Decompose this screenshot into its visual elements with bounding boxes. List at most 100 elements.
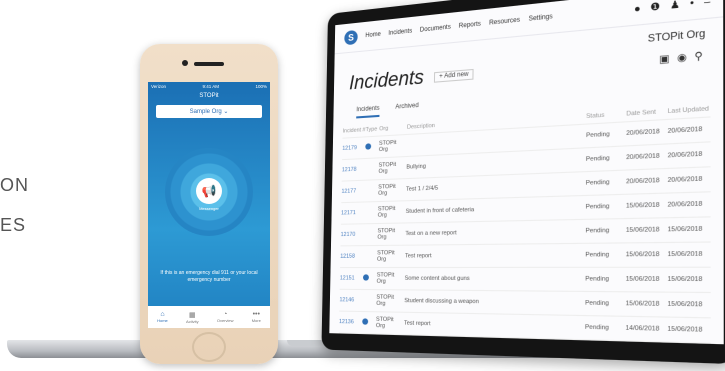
last-updated-cell: 15/06/2018 [667, 251, 703, 259]
nav-home[interactable]: Home [365, 32, 381, 40]
type-cell [361, 340, 376, 345]
side-caption-bottom: ES [0, 215, 27, 235]
status-cell: Pending [586, 131, 610, 140]
tab-incidents[interactable]: Incidents [356, 105, 380, 119]
incident-id: 12179 [342, 145, 357, 152]
description-cell: Student reported a concern in class [404, 343, 521, 344]
app-logo[interactable]: S [344, 29, 358, 46]
description-cell: Some content about guns [404, 275, 470, 283]
col-incident[interactable]: Incident # [343, 127, 366, 135]
date-sent-cell: 20/06/2018 [626, 128, 660, 138]
info-icon[interactable]: ❶ [650, 0, 660, 14]
col-type[interactable]: Type [366, 126, 380, 133]
org-cell: STOPit Org [375, 316, 394, 330]
phone-brand: STOPit [199, 93, 219, 99]
print-icon[interactable]: ▣ [659, 52, 670, 66]
description-cell: Student in front of cafeteria [405, 206, 475, 216]
home-button[interactable] [192, 332, 226, 362]
tab-more[interactable]: ••• More [252, 311, 261, 323]
nav-settings[interactable]: Settings [528, 14, 552, 23]
user-icon[interactable]: • [690, 0, 694, 10]
type-cell [362, 274, 377, 282]
incident-id: 12136 [338, 318, 354, 326]
last-updated-cell: 15/06/2018 [667, 225, 703, 234]
status-cell: Pending [585, 155, 610, 164]
incident-id: 12170 [340, 231, 356, 239]
org-cell: STOPit Org [376, 294, 394, 308]
org-cell: STOPit Org [377, 205, 396, 219]
search-icon[interactable]: ⚲ [694, 49, 702, 63]
topbar-icons: ● ❶ ♟ • – [634, 0, 710, 15]
table-row[interactable]: 12136 STOPit Org Test report Pending 14/06/2… [338, 311, 711, 344]
emergency-message: If this is an emergency dial 911 or your… [160, 270, 258, 283]
col-org[interactable]: Org [379, 125, 407, 133]
battery: 100% [255, 84, 267, 89]
last-updated-cell: 20/06/2018 [667, 200, 703, 209]
view-icon[interactable]: ◉ [677, 51, 687, 65]
incident-id: 12146 [339, 297, 355, 304]
status-cell: Pending [585, 251, 610, 259]
date-sent-cell: 15/06/2018 [625, 202, 660, 210]
tab-activity-label: Activity [185, 318, 199, 324]
nav-incidents[interactable]: Incidents [388, 28, 412, 37]
nav-resources[interactable]: Resources [489, 17, 520, 27]
last-updated-cell: 15/06/2018 [667, 301, 703, 309]
description-cell: Bullying [406, 163, 426, 171]
last-updated-cell: 20/06/2018 [667, 175, 703, 185]
type-cell [365, 143, 379, 152]
date-sent-cell: 15/06/2018 [625, 251, 660, 259]
org-cell: STOPit Org [377, 227, 396, 241]
date-sent-cell: 15/06/2018 [625, 300, 660, 309]
messenger-ring: 📢 Messenger [165, 148, 253, 236]
phone: Verizon 9:41 AM 100% STOPit Sample Org ⌄… [140, 44, 278, 364]
page-title: Incidents [348, 66, 425, 95]
add-new-button[interactable]: + Add new [433, 68, 474, 83]
status-cell: Pending [585, 203, 610, 211]
speaker-grille [194, 62, 224, 66]
tab-home[interactable]: ⌂ Home [157, 311, 168, 323]
date-sent-cell: 20/06/2018 [626, 177, 660, 186]
date-sent-cell: 14/06/2018 [625, 325, 660, 333]
status-cell: Pending [585, 275, 610, 283]
camera-icon [182, 60, 188, 66]
tab-overview[interactable]: ◔ Overview [217, 311, 234, 323]
flag-icon [362, 318, 369, 325]
description-cell [407, 139, 523, 145]
menu-icon[interactable]: – [704, 0, 710, 8]
flag-icon [365, 143, 372, 150]
org-cell: STOPit Org [375, 338, 394, 345]
nav-documents[interactable]: Documents [420, 24, 451, 33]
table-row[interactable]: 12158 STOPit Org Test report Pending 15/06/2… [340, 242, 711, 269]
nav-reports[interactable]: Reports [459, 21, 481, 30]
description-cell: Test 1 / 2/4/5 [405, 185, 439, 193]
bell-icon[interactable]: ♟ [670, 0, 680, 12]
last-updated-cell: 20/06/2018 [667, 126, 703, 136]
org-selector[interactable]: Sample Org ⌄ [156, 105, 262, 118]
home-icon: ⌂ [160, 311, 165, 318]
status-cell: Pending [585, 227, 610, 235]
table-body: 12179 STOPit Org Pending 20/06/2018 20/06/20… [338, 117, 711, 345]
date-sent-cell: 20/06/2018 [626, 153, 660, 162]
megaphone-icon[interactable]: 📢 [196, 178, 222, 204]
description-cell: Test on a new report [405, 230, 457, 238]
org-cell: STOPit Org [378, 139, 397, 154]
last-updated-cell: 15/06/2018 [667, 276, 703, 284]
description-cell: Student discussing a weapon [404, 297, 480, 306]
chat-icon[interactable]: ● [634, 2, 641, 15]
table-row[interactable]: 12151 STOPit Org Some content about guns Pe… [339, 267, 711, 294]
description-cell: Test report [404, 252, 432, 260]
incident-id: 12178 [341, 166, 357, 174]
overview-icon: ◔ [223, 311, 228, 318]
col-last-updated[interactable]: Last Updated [668, 106, 711, 116]
activity-icon: ▦ [188, 311, 196, 319]
col-status[interactable]: Status [586, 111, 626, 120]
date-sent-cell: 15/06/2018 [625, 226, 660, 235]
tab-activity[interactable]: ▦ Activity [186, 311, 199, 324]
tab-archived[interactable]: Archived [395, 103, 418, 116]
table-tools: ▣ ◉ ⚲ [659, 49, 703, 65]
tab-more-label: More [251, 318, 261, 323]
last-updated-cell: 20/06/2018 [667, 151, 703, 160]
description-cell: Test report [403, 320, 431, 328]
phone-screen: Verizon 9:41 AM 100% STOPit Sample Org ⌄… [148, 82, 270, 328]
col-date-sent[interactable]: Date Sent [626, 108, 667, 118]
